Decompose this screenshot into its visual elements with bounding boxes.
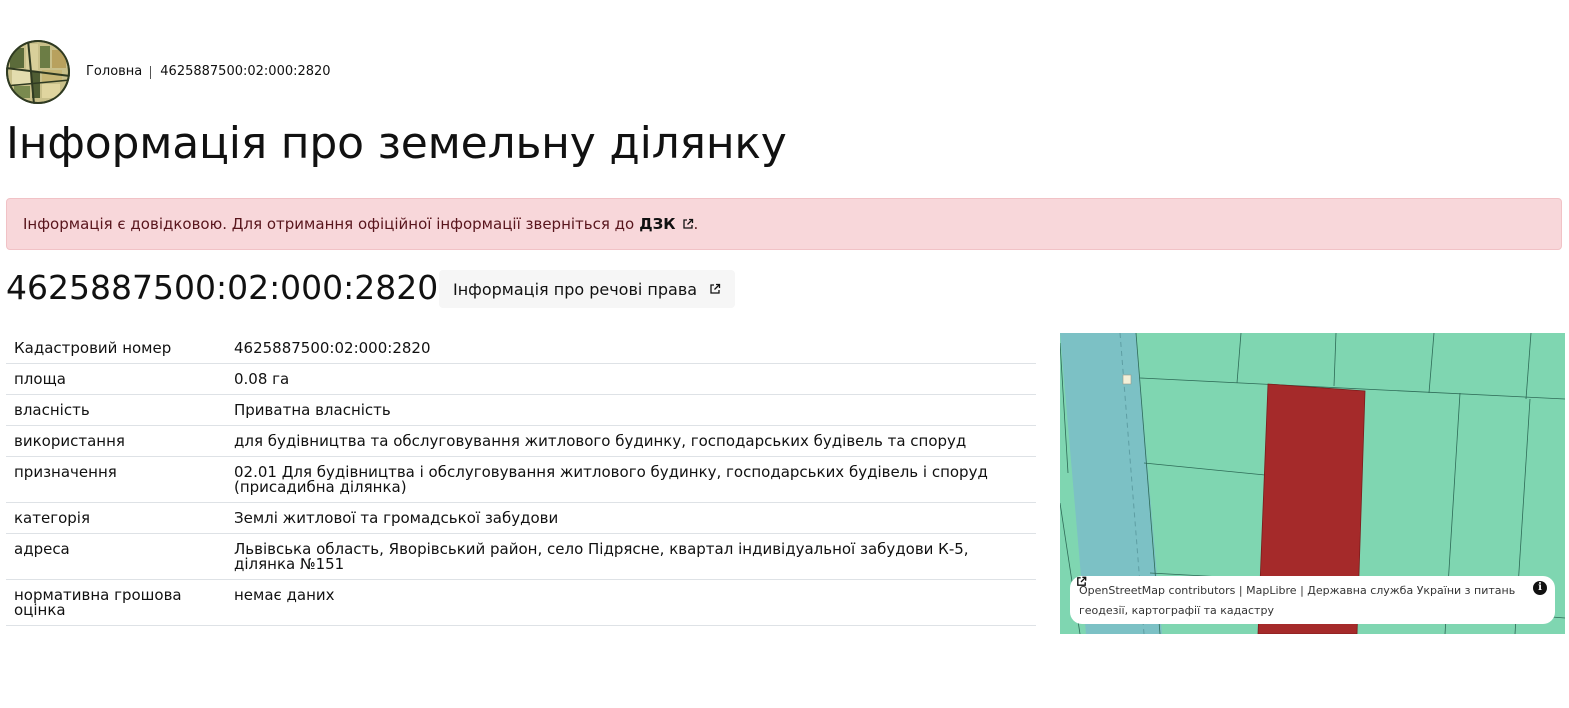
external-link-icon [710,283,721,294]
attribution-separator: | [1238,584,1243,597]
row-key: власність [6,394,226,426]
table-row: площа 0.08 га [6,363,1036,395]
row-key: використання [6,425,226,457]
cadastral-number-heading: 4625887500:02:000:2820 [6,268,439,307]
map-point-marker [1122,374,1132,385]
row-value: 02.01 Для будівництва і обслуговування ж… [226,456,1036,503]
external-link-icon [682,218,693,229]
map-attribution: OpenStreetMap contributors | MapLibre | … [1070,576,1555,624]
page-title: Інформація про земельну ділянку [6,118,787,169]
breadcrumb-home-link[interactable]: Головна [86,63,142,81]
row-value: Землі житлової та громадської забудови [226,502,1036,534]
row-key: площа [6,363,226,395]
disclaimer-alert: Інформація є довідковою. Для отримання о… [6,198,1562,250]
table-row: категорія Землі житлової та громадської … [6,502,1036,534]
table-row: нормативна грошова оцінка немає даних [6,579,1036,626]
row-key: призначення [6,456,226,503]
property-rights-button-label: Інформація про речові права [453,279,698,299]
row-value: Приватна власність [226,394,1036,426]
dzk-link[interactable]: ДЗК [639,215,693,233]
row-value: 4625887500:02:000:2820 [226,333,1036,364]
table-row: використання для будівництва та обслугов… [6,425,1036,457]
alert-text: Інформація є довідковою. Для отримання о… [23,215,635,233]
row-value: немає даних [226,579,1036,626]
info-icon[interactable]: i [1533,581,1547,595]
breadcrumb: Головна 4625887500:02:000:2820 [86,63,331,81]
table-row: призначення 02.01 Для будівництва і обсл… [6,456,1036,503]
row-value: для будівництва та обслуговування житлов… [226,425,1036,457]
row-key: категорія [6,502,226,534]
site-logo[interactable] [6,40,70,104]
row-key: адреса [6,533,226,580]
osm-attribution-link[interactable]: OpenStreetMap contributors [1079,584,1235,597]
table-row: власність Приватна власність [6,394,1036,426]
breadcrumb-current: 4625887500:02:000:2820 [160,64,331,79]
dzk-link-label: ДЗК [639,215,676,233]
external-link-icon [1077,576,1087,586]
table-row: адреса Львівська область, Яворівський ра… [6,533,1036,580]
breadcrumb-separator [150,65,152,79]
attribution-separator: | [1300,584,1304,597]
logo-image [6,40,70,104]
row-value: Львівська область, Яворівський район, се… [226,533,1036,580]
parcel-info-table: Кадастровий номер 4625887500:02:000:2820… [6,333,1036,626]
row-value: 0.08 га [226,363,1036,395]
maplibre-attribution-link[interactable]: MapLibre [1077,576,1297,597]
row-key: нормативна грошова оцінка [6,579,226,626]
table-row: Кадастровий номер 4625887500:02:000:2820 [6,333,1036,364]
maplibre-label: MapLibre [1246,584,1297,597]
property-rights-button[interactable]: Інформація про речові права [439,270,736,308]
page: Головна 4625887500:02:000:2820 Інформаці… [0,0,1569,708]
row-key: Кадастровий номер [6,333,226,364]
parcel-map[interactable]: OpenStreetMap contributors | MapLibre | … [1060,333,1565,634]
alert-suffix: . [693,215,699,233]
